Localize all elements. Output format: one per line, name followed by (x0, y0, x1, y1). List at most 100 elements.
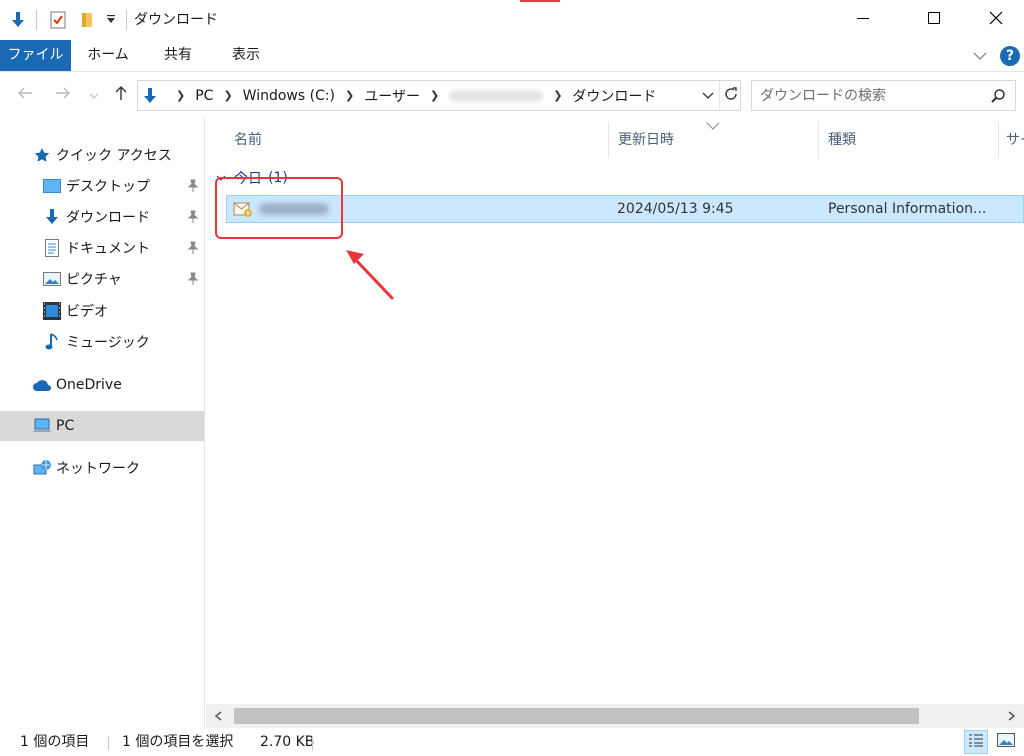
customize-chevron-icon[interactable] (104, 10, 118, 30)
new-folder-icon[interactable] (78, 10, 98, 30)
tab-view[interactable]: 表示 (218, 40, 274, 71)
sidebar-item-label: OneDrive (56, 377, 122, 393)
sidebar-item-label: PC (56, 418, 75, 434)
file-row[interactable]: 2024/05/13 9:45 Personal Information... (226, 195, 1024, 223)
chevron-right-icon: ❯ (429, 89, 440, 102)
chevron-down-icon (89, 87, 99, 103)
sidebar-item-videos[interactable]: ビデオ (42, 296, 108, 326)
column-header-name[interactable]: 名前 (234, 122, 604, 158)
chevron-right-icon: ❯ (345, 89, 355, 102)
breadcrumb-pc[interactable]: PC (195, 88, 213, 104)
maximize-icon (928, 12, 940, 28)
status-item-count: 1 個の項目 (20, 734, 90, 750)
pin-icon[interactable] (186, 179, 200, 193)
search-input[interactable] (760, 85, 980, 107)
star-icon (32, 145, 52, 165)
back-arrow-icon (17, 86, 33, 104)
sidebar-item-music[interactable]: ミュージック (42, 327, 150, 357)
close-icon (989, 11, 1003, 29)
annotation-highlight-box (215, 177, 343, 239)
sidebar-item-label: ピクチャ (66, 272, 122, 288)
download-folder-icon (142, 87, 158, 105)
minimize-button[interactable] (840, 0, 886, 40)
ribbon-expand-button[interactable] (970, 46, 990, 66)
download-icon (42, 207, 62, 227)
help-button[interactable]: ? (1000, 46, 1020, 66)
network-icon (32, 458, 52, 478)
chevron-right-icon: ❯ (553, 89, 563, 102)
pin-icon[interactable] (186, 241, 200, 255)
sidebar-item-label: ダウンロード (66, 210, 150, 226)
up-button[interactable] (110, 84, 132, 106)
address-bar[interactable]: ❯ PC ❯ Windows (C:) ❯ ユーザー ❯ ❯ ダウンロード (137, 80, 741, 111)
sidebar-item-quick-access[interactable]: クイック アクセス (32, 140, 172, 170)
sidebar-item-pc[interactable]: PC (0, 411, 204, 441)
status-bar: 1 個の項目 1 個の項目を選択 2.70 KB (0, 728, 1024, 756)
download-arrow-icon[interactable] (8, 10, 28, 30)
window-title: ダウンロード (134, 12, 218, 28)
chevron-right-icon: ❯ (223, 89, 233, 102)
picture-icon (42, 269, 62, 289)
ribbon-tabs: ファイル ホーム 共有 表示 ? (0, 40, 1024, 72)
breadcrumb-downloads[interactable]: ダウンロード (572, 86, 656, 106)
search-icon[interactable] (989, 87, 1007, 105)
properties-icon[interactable] (48, 10, 68, 30)
breadcrumb-users[interactable]: ユーザー (364, 86, 420, 106)
cloud-icon (32, 375, 52, 395)
column-header-type[interactable]: 種類 (828, 122, 988, 158)
refresh-icon (724, 86, 738, 105)
sidebar-item-downloads[interactable]: ダウンロード (42, 202, 205, 232)
status-selected: 1 個の項目を選択 (122, 734, 234, 750)
column-header-modified[interactable]: 更新日時 (618, 122, 808, 158)
large-icons-view-button[interactable] (994, 730, 1018, 754)
maximize-button[interactable] (911, 0, 957, 40)
scrollbar-thumb[interactable] (234, 708, 919, 724)
sidebar-item-label: デスクトップ (66, 179, 150, 195)
tab-share[interactable]: 共有 (150, 40, 206, 71)
pin-icon[interactable] (186, 210, 200, 224)
details-view-button[interactable] (964, 730, 988, 754)
breadcrumb-windows-c[interactable]: Windows (C:) (243, 88, 335, 104)
video-icon (42, 301, 62, 321)
breadcrumb-redacted-user[interactable] (449, 89, 544, 102)
sidebar-item-pictures[interactable]: ピクチャ (42, 264, 205, 294)
column-header-size[interactable]: サイ (1006, 122, 1024, 158)
music-note-icon (42, 332, 62, 352)
forward-button[interactable] (52, 84, 74, 106)
sidebar-item-label: ネットワーク (56, 461, 140, 477)
title-accent (520, 0, 560, 2)
address-history-dropdown[interactable] (698, 81, 718, 110)
file-modified: 2024/05/13 9:45 (617, 201, 734, 217)
minimize-icon (857, 12, 869, 28)
sidebar-item-label: ミュージック (66, 335, 150, 351)
back-button[interactable] (14, 84, 36, 106)
status-size: 2.70 KB (260, 734, 315, 750)
sidebar-item-label: ビデオ (66, 304, 108, 320)
pin-icon[interactable] (186, 272, 200, 286)
document-icon (42, 238, 62, 258)
refresh-button[interactable] (719, 81, 741, 110)
horizontal-scrollbar[interactable] (206, 704, 1024, 728)
search-box[interactable] (751, 80, 1016, 111)
close-button[interactable] (973, 0, 1019, 40)
navigation-pane: クイック アクセス デスクトップ ダウンロード ドキュメント ピクチャ ビデオ … (0, 118, 205, 728)
scroll-right-button[interactable] (1000, 704, 1024, 728)
sidebar-item-network[interactable]: ネットワーク (32, 453, 140, 483)
up-arrow-icon (114, 85, 128, 105)
tab-home[interactable]: ホーム (78, 40, 138, 71)
computer-icon (32, 416, 52, 436)
sidebar-item-documents[interactable]: ドキュメント (42, 233, 205, 263)
details-view-icon (968, 733, 984, 751)
tab-file[interactable]: ファイル (0, 40, 71, 71)
annotation-arrow-icon (346, 250, 394, 300)
sidebar-item-label: ドキュメント (66, 241, 150, 257)
sidebar-item-onedrive[interactable]: OneDrive (32, 370, 122, 400)
scroll-left-button[interactable] (206, 704, 230, 728)
desktop-icon (42, 176, 62, 196)
file-type: Personal Information... (828, 201, 987, 217)
forward-arrow-icon (55, 86, 71, 104)
recent-locations-button[interactable] (86, 84, 102, 106)
large-icons-view-icon (997, 733, 1015, 751)
chevron-right-icon: ❯ (176, 89, 186, 102)
sidebar-item-desktop[interactable]: デスクトップ (42, 171, 205, 201)
